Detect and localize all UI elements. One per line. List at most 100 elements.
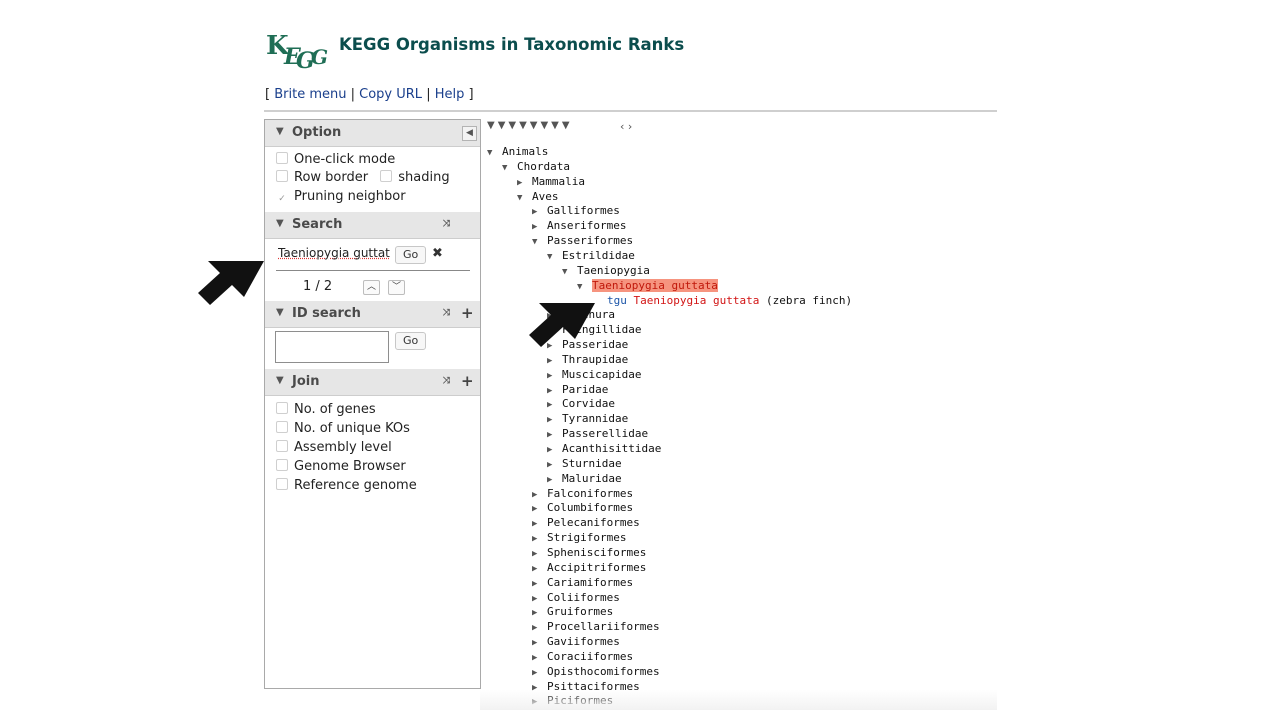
one-click-mode-checkbox[interactable] bbox=[276, 152, 288, 164]
tree-node-label[interactable]: Procellariiformes bbox=[547, 620, 660, 633]
tree-node-label[interactable]: Sphenisciformes bbox=[547, 546, 646, 559]
tree-node-label[interactable]: Acanthisittidae bbox=[562, 442, 661, 455]
tree-node-label[interactable]: Taeniopygia bbox=[577, 264, 650, 277]
tree-node-label[interactable]: Galliformes bbox=[547, 204, 620, 217]
add-icon[interactable]: + bbox=[461, 372, 474, 390]
genome-browser-checkbox[interactable] bbox=[276, 459, 288, 471]
collapse-panel-icon[interactable]: ◀ bbox=[462, 126, 477, 141]
tree-node-label[interactable]: Taeniopygia guttata bbox=[592, 278, 718, 292]
row-border-checkbox[interactable] bbox=[276, 170, 288, 182]
tree-node[interactable]: ▼ Animals bbox=[487, 144, 548, 159]
help-link[interactable]: Help bbox=[435, 87, 465, 102]
tree-scroll-controls[interactable]: ‹ › bbox=[620, 120, 632, 133]
join-option[interactable]: Reference genome bbox=[276, 478, 417, 493]
join-option[interactable]: No. of unique KOs bbox=[276, 421, 410, 436]
expanded-triangle-icon[interactable]: ▼ bbox=[532, 235, 547, 250]
tree-node-label[interactable]: Chordata bbox=[517, 160, 570, 173]
organism-name[interactable]: Taeniopygia guttata bbox=[634, 294, 760, 307]
tree-node-label[interactable]: Paridae bbox=[562, 383, 608, 396]
search-go-button[interactable]: Go bbox=[395, 246, 427, 264]
tree-node[interactable]: ▶ Pelecaniformes bbox=[532, 515, 640, 530]
one-click-mode-option[interactable]: One-click mode bbox=[276, 152, 395, 167]
tree-node-label[interactable]: Anseriformes bbox=[547, 219, 626, 232]
assembly-level-checkbox[interactable] bbox=[276, 440, 288, 452]
tree-node[interactable]: ▶ Gaviiformes bbox=[532, 634, 620, 649]
tree-node[interactable]: ▶ Coliiformes bbox=[532, 590, 620, 605]
tree-node[interactable]: ▶ Accipitriformes bbox=[532, 560, 646, 575]
tree-node-label[interactable]: Strigiformes bbox=[547, 531, 626, 544]
expanded-triangle-icon[interactable]: ▼ bbox=[562, 265, 577, 280]
tree-node[interactable]: ▶ Anseriformes bbox=[532, 218, 626, 233]
add-icon[interactable]: + bbox=[461, 304, 474, 322]
tree-node-label[interactable]: Coraciiformes bbox=[547, 650, 633, 663]
clear-search-icon[interactable]: ✖ bbox=[432, 246, 443, 261]
tree-node[interactable]: ▼ Aves bbox=[517, 189, 559, 204]
tree-node-label[interactable]: Mammalia bbox=[532, 175, 585, 188]
id-search-input[interactable] bbox=[275, 331, 389, 363]
tree-node-label[interactable]: Muscicapidae bbox=[562, 368, 641, 381]
search-section-header[interactable]: ▼ Search ⤨ bbox=[265, 212, 480, 239]
shuffle-icon[interactable]: ⤨ bbox=[440, 307, 453, 320]
expanded-triangle-icon[interactable]: ▼ bbox=[487, 146, 502, 161]
shuffle-icon[interactable]: ⤨ bbox=[440, 218, 453, 231]
tree-node-label[interactable]: Maluridae bbox=[562, 472, 622, 485]
tree-level-controls[interactable]: ▼▼▼▼▼▼▼▼ bbox=[487, 120, 573, 131]
tree-node[interactable]: ▶ Procellariiformes bbox=[532, 619, 660, 634]
expanded-triangle-icon[interactable]: ▼ bbox=[547, 250, 562, 265]
id-search-go-button[interactable]: Go bbox=[395, 332, 427, 350]
tree-node[interactable]: ▶ Sphenisciformes bbox=[532, 545, 646, 560]
next-match-icon[interactable]: ﹀ bbox=[388, 280, 405, 295]
tree-node[interactable]: ▼ Passeriformes bbox=[532, 233, 633, 248]
brite-menu-link[interactable]: Brite menu bbox=[274, 87, 346, 102]
copy-url-link[interactable]: Copy URL bbox=[359, 87, 422, 102]
tree-node[interactable]: ▶ Falconiformes bbox=[532, 486, 633, 501]
tree-node-label[interactable]: Gaviiformes bbox=[547, 635, 620, 648]
tree-node[interactable]: ▶ Maluridae bbox=[547, 471, 622, 486]
tree-node[interactable]: ▶ Gruiformes bbox=[532, 604, 613, 619]
tree-node-label[interactable]: Tyrannidae bbox=[562, 412, 628, 425]
expanded-triangle-icon[interactable]: ▼ bbox=[502, 161, 517, 176]
join-option[interactable]: Genome Browser bbox=[276, 459, 406, 474]
tree-node[interactable]: ▼ Estrildidae bbox=[547, 248, 635, 263]
expanded-triangle-icon[interactable]: ▼ bbox=[577, 280, 592, 295]
no-of-unique-kos-checkbox[interactable] bbox=[276, 421, 288, 433]
tree-node[interactable]: ▶ Coraciiformes bbox=[532, 649, 633, 664]
pruning-neighbor-option[interactable]: ✓ Pruning neighbor bbox=[276, 189, 406, 205]
tree-node[interactable]: ▶ Mammalia bbox=[517, 174, 585, 189]
tree-node[interactable]: ▶ Galliformes bbox=[532, 203, 620, 218]
row-border-option[interactable]: Row border shading bbox=[276, 170, 450, 185]
tree-node[interactable]: ▼ Taeniopygia guttata bbox=[577, 278, 718, 293]
tree-node[interactable]: ▶ Passerellidae bbox=[547, 426, 648, 441]
reference-genome-checkbox[interactable] bbox=[276, 478, 288, 490]
tree-node-label[interactable]: Accipitriformes bbox=[547, 561, 646, 574]
tree-node[interactable]: ▶ Cariamiformes bbox=[532, 575, 633, 590]
shuffle-icon[interactable]: ⤨ bbox=[440, 375, 453, 388]
tree-node[interactable]: ▶ Acanthisittidae bbox=[547, 441, 661, 456]
id-search-section-header[interactable]: ▼ ID search ⤨ + bbox=[265, 301, 480, 328]
tree-node-label[interactable]: Falconiformes bbox=[547, 487, 633, 500]
tree-node[interactable]: ▼ Chordata bbox=[502, 159, 570, 174]
tree-node[interactable]: ▶ Columbiformes bbox=[532, 500, 633, 515]
tree-node-label[interactable]: Passeriformes bbox=[547, 234, 633, 247]
tree-node[interactable]: ▶ Muscicapidae bbox=[547, 367, 641, 382]
search-input[interactable]: Taeniopygia guttat bbox=[278, 246, 390, 260]
tree-node-label[interactable]: Passerellidae bbox=[562, 427, 648, 440]
tree-node[interactable]: ▶ Tyrannidae bbox=[547, 411, 628, 426]
organism-code-link[interactable]: tgu bbox=[607, 294, 627, 307]
tree-node-label[interactable]: Aves bbox=[532, 190, 559, 203]
tree-node-label[interactable]: Columbiformes bbox=[547, 501, 633, 514]
tree-node-label[interactable]: Animals bbox=[502, 145, 548, 158]
tree-node[interactable]: ▼ Taeniopygia bbox=[562, 263, 650, 278]
tree-node-label[interactable]: Gruiformes bbox=[547, 605, 613, 618]
previous-match-icon[interactable]: ︿ bbox=[363, 280, 380, 295]
option-section-header[interactable]: ▼ Option ◀ bbox=[265, 120, 480, 147]
collapse-triangle-icon[interactable]: ▼ bbox=[276, 126, 284, 137]
tree-node-label[interactable]: Estrildidae bbox=[562, 249, 635, 262]
join-option[interactable]: No. of genes bbox=[276, 402, 376, 417]
tree-node-label[interactable]: Thraupidae bbox=[562, 353, 628, 366]
join-section-header[interactable]: ▼ Join ⤨ + bbox=[265, 369, 480, 396]
tree-node-label[interactable]: Opisthocomiformes bbox=[547, 665, 660, 678]
pruning-neighbor-checkbox[interactable]: ✓ bbox=[276, 193, 288, 205]
tree-node[interactable]: ▶ Paridae bbox=[547, 382, 608, 397]
collapse-triangle-icon[interactable]: ▼ bbox=[276, 375, 284, 386]
